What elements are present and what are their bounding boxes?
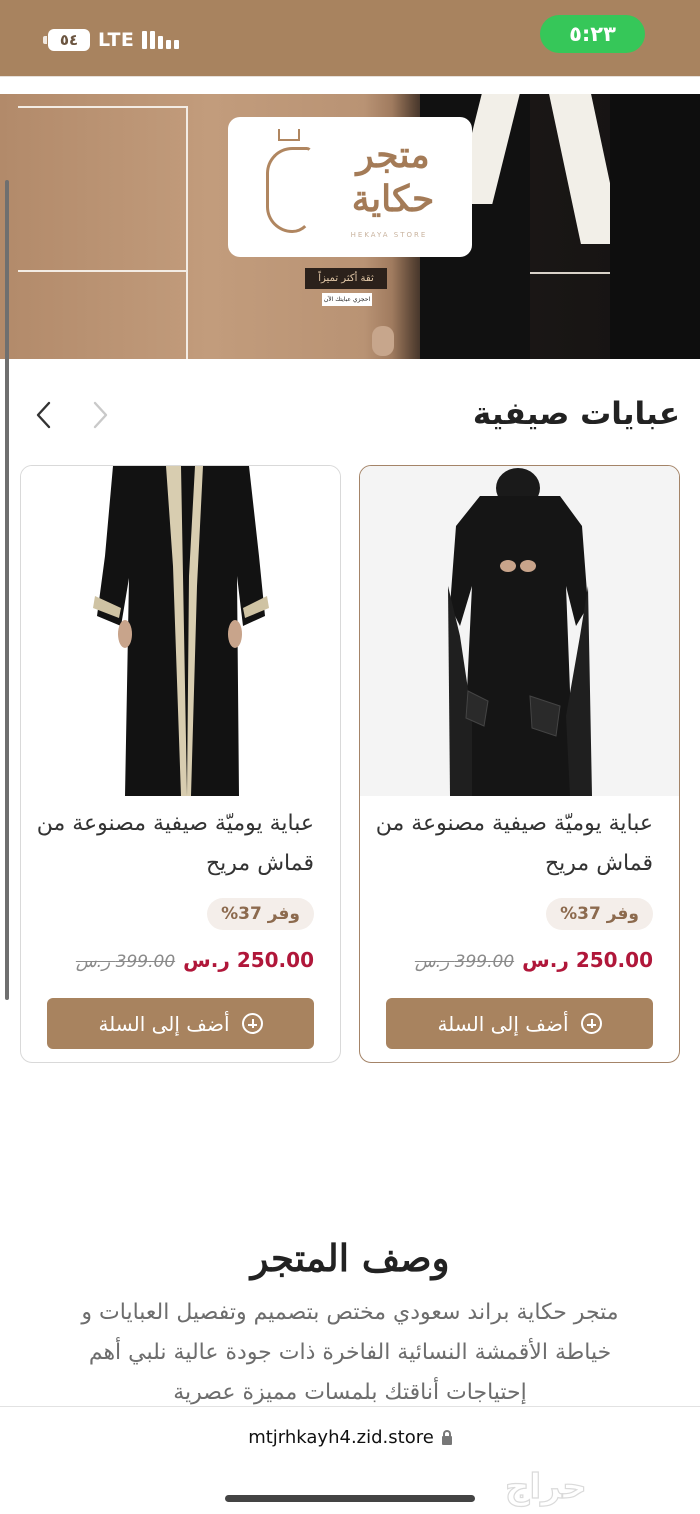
product-price: 250.00 ر.س bbox=[522, 948, 653, 972]
hero-cta-button[interactable]: احجزي عبايتك الآن bbox=[322, 293, 372, 306]
crown-icon bbox=[278, 129, 300, 141]
product-title[interactable]: عباية يوميّة صيفية مصنوعة من قماش مريح bbox=[34, 804, 314, 884]
product-price: 250.00 ر.س bbox=[183, 948, 314, 972]
chevron-left-icon bbox=[36, 401, 51, 429]
logo-text: متجر حكاية bbox=[351, 134, 435, 220]
plus-circle-icon bbox=[241, 1013, 263, 1034]
signal-icon bbox=[142, 31, 180, 49]
discount-badge: وفر 37% bbox=[546, 898, 653, 930]
product-card[interactable]: عباية يوميّة صيفية مصنوعة من قماش مريح و… bbox=[20, 465, 341, 1063]
battery-indicator: ٥٤ bbox=[43, 29, 90, 51]
add-to-cart-button[interactable]: أضف إلى السلة bbox=[47, 998, 314, 1049]
product-image[interactable] bbox=[21, 466, 340, 796]
browser-url-bar[interactable]: mtjrhkayh4.zid.store حراج bbox=[0, 1406, 700, 1514]
store-description-heading: وصف المتجر bbox=[250, 1236, 450, 1280]
status-bar: ٥٤ LTE ٥:٢٣ bbox=[0, 0, 700, 76]
network-type: LTE bbox=[98, 29, 135, 51]
add-to-cart-button[interactable]: أضف إلى السلة bbox=[386, 998, 653, 1049]
store-logo: متجر حكاية HEKAYA STORE bbox=[228, 117, 472, 257]
price-row: 250.00 ر.س 399.00 ر.س bbox=[415, 948, 653, 972]
hero-tagline: ثقة أكثر تميزاً bbox=[305, 268, 387, 289]
woman-silhouette-icon bbox=[266, 147, 312, 233]
product-card[interactable]: عباية يوميّة صيفية مصنوعة من قماش مريح و… bbox=[359, 465, 680, 1063]
watermark-logo: حراج bbox=[504, 1466, 587, 1507]
status-indicators: ٥٤ LTE bbox=[43, 26, 180, 54]
next-arrow-button[interactable] bbox=[86, 398, 114, 432]
chevron-right-icon bbox=[93, 401, 108, 429]
price-row: 250.00 ر.س 399.00 ر.س bbox=[76, 948, 314, 972]
product-old-price: 399.00 ر.س bbox=[414, 952, 515, 972]
model-hand bbox=[372, 326, 394, 356]
section-title: عبايات صيفية bbox=[472, 396, 680, 432]
status-time: ٥:٢٣ bbox=[540, 15, 645, 53]
address-field[interactable]: mtjrhkayh4.zid.store bbox=[0, 1427, 700, 1448]
prev-arrow-button[interactable] bbox=[30, 398, 58, 432]
plus-circle-icon bbox=[580, 1013, 602, 1034]
logo-subtext: HEKAYA STORE bbox=[350, 231, 428, 239]
store-description-text: متجر حكاية براند سعودي مختص بتصميم وتفصي… bbox=[81, 1300, 619, 1405]
product-old-price: 399.00 ر.س bbox=[75, 952, 176, 972]
home-indicator[interactable] bbox=[225, 1495, 475, 1502]
add-to-cart-label: أضف إلى السلة bbox=[98, 1011, 230, 1036]
add-to-cart-label: أضف إلى السلة bbox=[437, 1011, 569, 1036]
hero-banner[interactable]: متجر حكاية HEKAYA STORE ثقة أكثر تميزاً … bbox=[0, 94, 700, 359]
browser-top-strip bbox=[0, 76, 700, 94]
lock-icon bbox=[441, 1429, 452, 1445]
product-image[interactable] bbox=[360, 466, 679, 796]
url-text[interactable]: mtjrhkayh4.zid.store bbox=[248, 1427, 434, 1448]
scroll-indicator[interactable] bbox=[5, 180, 9, 1000]
discount-badge: وفر 37% bbox=[207, 898, 314, 930]
product-title[interactable]: عباية يوميّة صيفية مصنوعة من قماش مريح bbox=[373, 804, 653, 884]
